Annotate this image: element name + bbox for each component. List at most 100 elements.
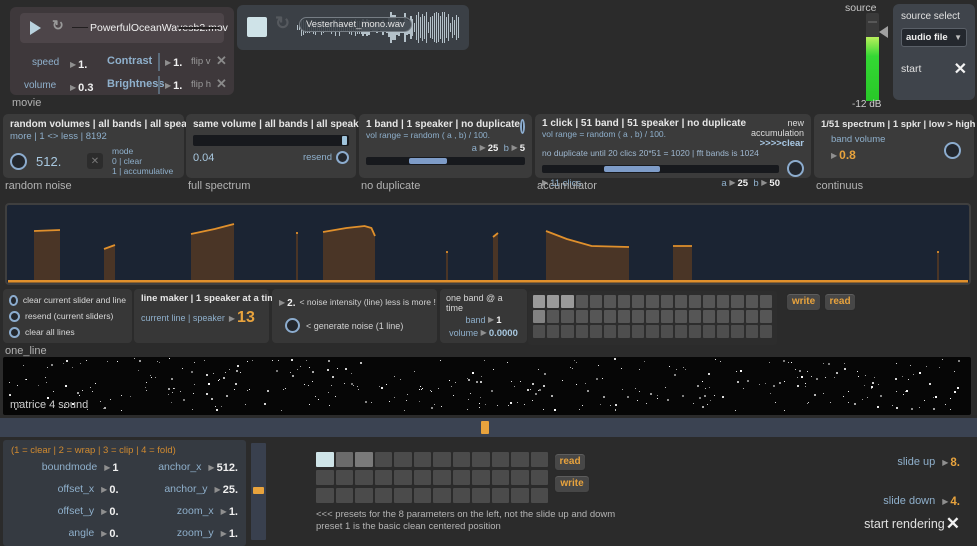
mode-toggle[interactable]: ✕ (87, 153, 103, 169)
matrix-cell[interactable] (646, 325, 658, 338)
preset-cell[interactable] (472, 452, 490, 467)
preset-cell[interactable] (531, 470, 549, 485)
matrix-cell[interactable] (703, 325, 715, 338)
brightness-value[interactable]: ▶1. (158, 76, 182, 94)
matrix-cell[interactable] (533, 325, 545, 338)
preset-cell[interactable] (394, 452, 412, 467)
matrix-cell[interactable] (561, 325, 573, 338)
count-value[interactable]: 512. (36, 154, 78, 169)
matrix-cell[interactable] (731, 295, 743, 308)
param-value[interactable]: ▶0. (101, 524, 118, 542)
start-rendering-toggle-icon[interactable]: ✕ (946, 514, 960, 534)
bang-button[interactable] (10, 153, 27, 170)
vertical-slider[interactable] (251, 443, 266, 540)
range-slider[interactable] (542, 165, 779, 173)
matrix-cell[interactable] (760, 295, 772, 308)
matrix-cell[interactable] (547, 295, 559, 308)
preset-cell[interactable] (336, 488, 354, 503)
horizontal-slider[interactable] (0, 418, 977, 437)
matrix-cell[interactable] (746, 295, 758, 308)
matrix-cell[interactable] (731, 310, 743, 323)
speed-value[interactable]: ▶1. (70, 55, 87, 73)
matrice-display[interactable]: matrice 4 sound (3, 357, 971, 415)
spectrum-display[interactable] (5, 203, 971, 285)
param-value[interactable]: ▶1. (221, 502, 238, 520)
matrix-cell[interactable] (717, 310, 729, 323)
matrix-cell[interactable] (561, 295, 573, 308)
b-value[interactable]: 5 (520, 143, 525, 154)
loop-icon[interactable]: ↻ (275, 13, 290, 34)
volume-value[interactable]: 0.0000 (489, 328, 518, 339)
slider-handle[interactable] (342, 136, 347, 145)
matrix-cell[interactable] (703, 310, 715, 323)
bang-button[interactable] (9, 311, 20, 322)
matrix-cell[interactable] (661, 295, 673, 308)
matrix-cell[interactable] (661, 325, 673, 338)
matrix-cell[interactable] (576, 295, 588, 308)
band-volume-value[interactable]: ▶0.8 (831, 146, 944, 164)
matrix-cell[interactable] (604, 325, 616, 338)
range-slider[interactable] (366, 157, 525, 165)
matrix-cell[interactable] (760, 310, 772, 323)
volume-value[interactable]: ▶0.3 (70, 78, 93, 96)
preset-cell[interactable] (531, 488, 549, 503)
range-slider-fill[interactable] (604, 166, 661, 172)
write-button[interactable]: write (786, 293, 821, 311)
param-value[interactable]: ▶0. (101, 480, 118, 498)
matrix-cell[interactable] (746, 325, 758, 338)
current-speaker-value[interactable]: 13 (237, 309, 255, 327)
preset-read-button[interactable]: read (554, 453, 586, 471)
preset-cell[interactable] (355, 488, 373, 503)
matrix-cell[interactable] (632, 325, 644, 338)
preset-cell[interactable] (414, 452, 432, 467)
bang-button[interactable] (787, 160, 804, 177)
preset-cell[interactable] (355, 452, 373, 467)
matrix-cell[interactable] (618, 325, 630, 338)
matrix-cell[interactable] (661, 310, 673, 323)
slider-value[interactable]: 0.04 (193, 152, 303, 164)
vertical-slider-handle[interactable] (253, 487, 264, 494)
matrix-cell[interactable] (590, 310, 602, 323)
matrix-cell[interactable] (590, 295, 602, 308)
preset-cell[interactable] (414, 470, 432, 485)
flip-v-toggle-icon[interactable]: ✕ (216, 53, 227, 69)
bang-button[interactable] (9, 295, 18, 306)
generate-bang-button[interactable] (285, 318, 300, 333)
matrix-cell[interactable] (675, 325, 687, 338)
matrix-cell[interactable] (646, 310, 658, 323)
matrix-cell[interactable] (576, 325, 588, 338)
matrix-cell[interactable] (533, 295, 545, 308)
matrix-cell[interactable] (533, 310, 545, 323)
matrix-cell[interactable] (604, 295, 616, 308)
preset-cell[interactable] (316, 488, 334, 503)
speaker-matrix[interactable] (533, 295, 772, 338)
param-value[interactable]: ▶1. (221, 524, 238, 542)
band-value[interactable]: 1 (496, 315, 501, 326)
matrix-cell[interactable] (604, 310, 616, 323)
preset-cell[interactable] (492, 488, 510, 503)
matrix-cell[interactable] (675, 295, 687, 308)
matrix-cell[interactable] (689, 295, 701, 308)
preset-cell[interactable] (492, 470, 510, 485)
preset-cell[interactable] (394, 488, 412, 503)
a-value[interactable]: 25 (488, 143, 499, 154)
preset-cell[interactable] (316, 470, 334, 485)
start-toggle-icon[interactable]: ✕ (954, 59, 967, 79)
matrix-cell[interactable] (632, 295, 644, 308)
play-icon[interactable] (30, 21, 41, 35)
bang-button[interactable] (520, 119, 525, 134)
b-value[interactable]: 50 (769, 178, 780, 189)
intensity-value[interactable]: ▶2. (279, 293, 296, 311)
matrix-cell[interactable] (731, 325, 743, 338)
preset-cell[interactable] (336, 452, 354, 467)
preset-cell[interactable] (531, 452, 549, 467)
preset-cell[interactable] (375, 488, 393, 503)
movie-file-bar[interactable]: ↻ PowerfulOceanWavesb2.mov (20, 13, 224, 43)
preset-cell[interactable] (453, 488, 471, 503)
preset-cell[interactable] (375, 470, 393, 485)
matrix-cell[interactable] (646, 295, 658, 308)
matrix-cell[interactable] (703, 295, 715, 308)
preset-write-button[interactable]: write (554, 475, 590, 493)
preset-cell[interactable] (511, 488, 529, 503)
gain-handle-icon[interactable] (879, 26, 888, 38)
